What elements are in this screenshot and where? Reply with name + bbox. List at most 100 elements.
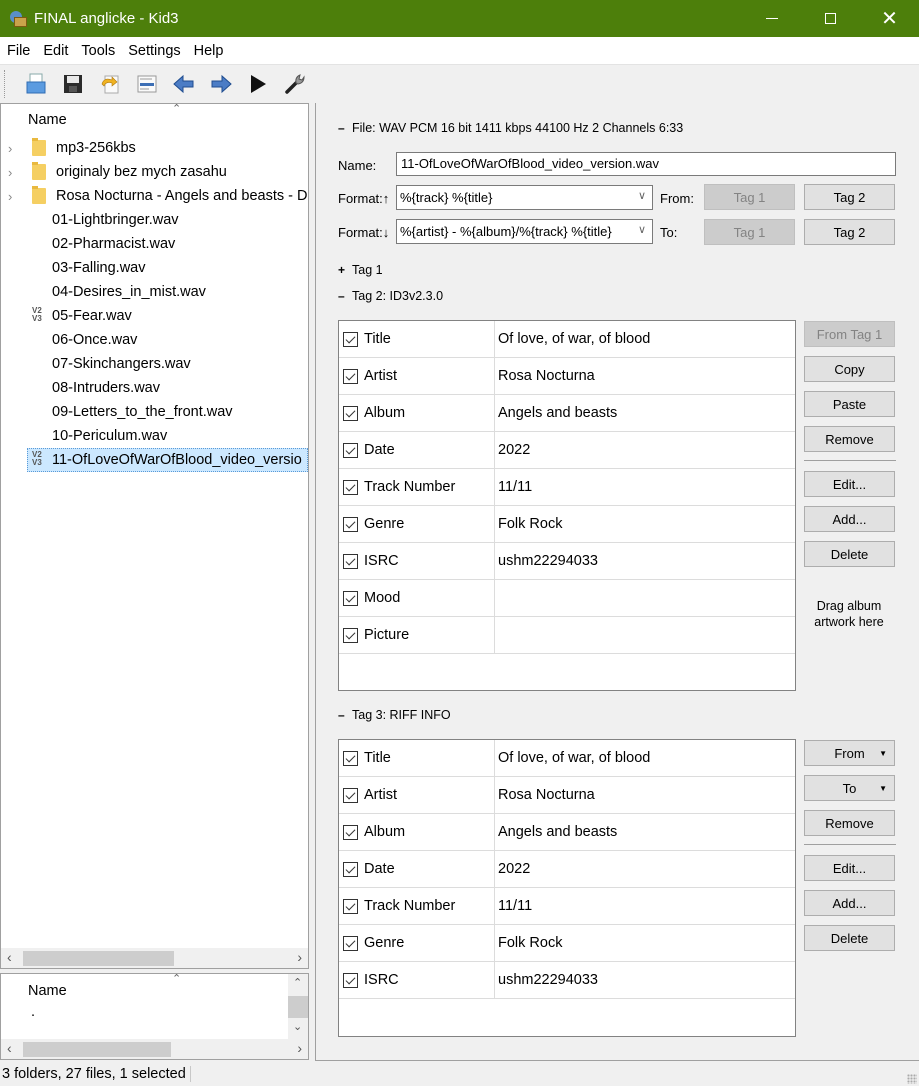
close-button[interactable]: ✕ (860, 0, 919, 37)
frame-name-cell[interactable]: Date (339, 432, 495, 468)
scrollbar-thumb[interactable] (23, 1042, 171, 1057)
file-item[interactable]: 02-Pharmacist.wav (1, 232, 308, 256)
revert-button[interactable] (91, 68, 128, 100)
frame-enabled-checkbox[interactable] (343, 750, 358, 766)
add-frame-button[interactable]: Add... (804, 506, 895, 532)
frame-name-cell[interactable]: Picture (339, 617, 495, 653)
tag2-section-header[interactable]: – Tag 2: ID3v2.3.0 (338, 289, 443, 303)
frame-name-cell[interactable]: Album (339, 395, 495, 431)
scroll-left-icon[interactable]: ‹ (7, 1040, 12, 1056)
open-directory-button[interactable] (17, 68, 54, 100)
folder-item[interactable]: › mp3-256kbs (1, 136, 308, 160)
frame-value[interactable]: 2022 (498, 851, 530, 887)
tag1-from-filename-button[interactable]: Tag 1 (704, 219, 795, 245)
scroll-right-icon[interactable]: › (297, 949, 302, 965)
play-button[interactable] (239, 68, 276, 100)
from-dropdown-button[interactable]: From ▼ (804, 740, 895, 766)
scroll-up-icon[interactable]: ⌃ (293, 976, 302, 989)
filename-from-tag1-button[interactable]: Tag 1 (704, 184, 795, 210)
frame-value[interactable]: Of love, of war, of blood (498, 740, 650, 776)
to-dropdown-button[interactable]: To ▼ (804, 775, 895, 801)
frame-name-cell[interactable]: ISRC (339, 962, 495, 998)
frame-enabled-checkbox[interactable] (343, 935, 358, 951)
frame-name-cell[interactable]: Date (339, 851, 495, 887)
next-file-button[interactable] (202, 68, 239, 100)
file-tree-horizontal-scrollbar[interactable]: ‹ › (1, 948, 308, 968)
frame-row[interactable]: Title Of love, of war, of blood (339, 321, 795, 358)
maximize-button[interactable] (801, 0, 860, 37)
frame-enabled-checkbox[interactable] (343, 627, 358, 643)
file-item[interactable]: 09-Letters_to_the_front.wav (1, 400, 308, 424)
frame-name-cell[interactable]: Genre (339, 925, 495, 961)
menu-tools[interactable]: Tools (74, 43, 121, 59)
frame-enabled-checkbox[interactable] (343, 479, 358, 495)
frame-name-cell[interactable]: Title (339, 740, 495, 776)
file-tree-header[interactable]: ⌃ Name (1, 103, 308, 136)
frame-value[interactable]: 11/11 (498, 888, 532, 924)
frame-value[interactable]: Angels and beasts (498, 395, 617, 431)
scroll-right-icon[interactable]: › (297, 1040, 302, 1056)
menu-help[interactable]: Help (187, 43, 230, 59)
previous-file-button[interactable] (165, 68, 202, 100)
frame-value[interactable]: Folk Rock (498, 506, 562, 542)
frame-row[interactable]: Album Angels and beasts (339, 395, 795, 432)
directory-list-vertical-scrollbar[interactable]: ⌃ ⌄ (288, 974, 308, 1040)
delete-frame-button[interactable]: Delete (804, 541, 895, 567)
file-item[interactable]: 01-Lightbringer.wav (1, 208, 308, 232)
frame-row[interactable]: ISRC ushm22294033 (339, 962, 795, 999)
scrollbar-thumb[interactable] (23, 951, 174, 966)
frame-row[interactable]: Picture (339, 617, 795, 654)
frame-row[interactable]: Title Of love, of war, of blood (339, 740, 795, 777)
minimize-button[interactable] (742, 0, 801, 37)
frame-enabled-checkbox[interactable] (343, 331, 358, 347)
frame-name-cell[interactable]: Album (339, 814, 495, 850)
frame-enabled-checkbox[interactable] (343, 898, 358, 914)
frame-row[interactable]: Genre Folk Rock (339, 506, 795, 543)
file-item[interactable]: 07-Skinchangers.wav (1, 352, 308, 376)
delete-frame-button[interactable]: Delete (804, 925, 895, 951)
frame-enabled-checkbox[interactable] (343, 824, 358, 840)
collapse-icon[interactable]: – (338, 708, 352, 722)
frame-enabled-checkbox[interactable] (343, 590, 358, 606)
frame-name-cell[interactable]: Track Number (339, 469, 495, 505)
file-item[interactable]: 03-Falling.wav (1, 256, 308, 280)
frame-enabled-checkbox[interactable] (343, 861, 358, 877)
frame-row[interactable]: ISRC ushm22294033 (339, 543, 795, 580)
file-item[interactable]: 10-Periculum.wav (1, 424, 308, 448)
frame-value[interactable]: Rosa Nocturna (498, 777, 595, 813)
frame-value[interactable]: ushm22294033 (498, 543, 598, 579)
frame-row[interactable]: Track Number 11/11 (339, 888, 795, 925)
frame-row[interactable]: Track Number 11/11 (339, 469, 795, 506)
frame-enabled-checkbox[interactable] (343, 442, 358, 458)
column-header-name[interactable]: Name (28, 112, 67, 128)
frame-value[interactable]: ushm22294033 (498, 962, 598, 998)
column-header-name[interactable]: Name (28, 983, 67, 999)
filename-from-tag2-button[interactable]: Tag 2 (804, 184, 895, 210)
frame-value[interactable]: Rosa Nocturna (498, 358, 595, 394)
tag3-section-header[interactable]: – Tag 3: RIFF INFO (338, 708, 451, 722)
file-item[interactable]: 04-Desires_in_mist.wav (1, 280, 308, 304)
remove-tag2-button[interactable]: Remove (804, 426, 895, 452)
frame-enabled-checkbox[interactable] (343, 787, 358, 803)
file-section-header[interactable]: – File: WAV PCM 16 bit 1411 kbps 44100 H… (338, 121, 683, 135)
menu-edit[interactable]: Edit (36, 43, 74, 59)
frame-row[interactable]: Date 2022 (339, 851, 795, 888)
menu-file[interactable]: File (0, 43, 36, 59)
scrollbar-thumb[interactable] (288, 996, 308, 1018)
from-tag1-button[interactable]: From Tag 1 (804, 321, 895, 347)
format-from-filename-combo[interactable]: %{track} %{title} ∨ (396, 185, 653, 210)
copy-button[interactable]: Copy (804, 356, 895, 382)
frame-enabled-checkbox[interactable] (343, 368, 358, 384)
remove-tag3-button[interactable]: Remove (804, 810, 895, 836)
paste-button[interactable]: Paste (804, 391, 895, 417)
file-item[interactable]: V2 V3 05-Fear.wav (1, 304, 308, 328)
frame-enabled-checkbox[interactable] (343, 553, 358, 569)
filename-input[interactable]: 11-OfLoveOfWarOfBlood_video_version.wav (396, 152, 896, 176)
collapse-icon[interactable]: – (338, 121, 352, 135)
frame-enabled-checkbox[interactable] (343, 405, 358, 421)
frame-name-cell[interactable]: Mood (339, 580, 495, 616)
frame-row[interactable]: Genre Folk Rock (339, 925, 795, 962)
frame-row[interactable]: Artist Rosa Nocturna (339, 358, 795, 395)
scroll-left-icon[interactable]: ‹ (7, 949, 12, 965)
frame-value[interactable]: Angels and beasts (498, 814, 617, 850)
